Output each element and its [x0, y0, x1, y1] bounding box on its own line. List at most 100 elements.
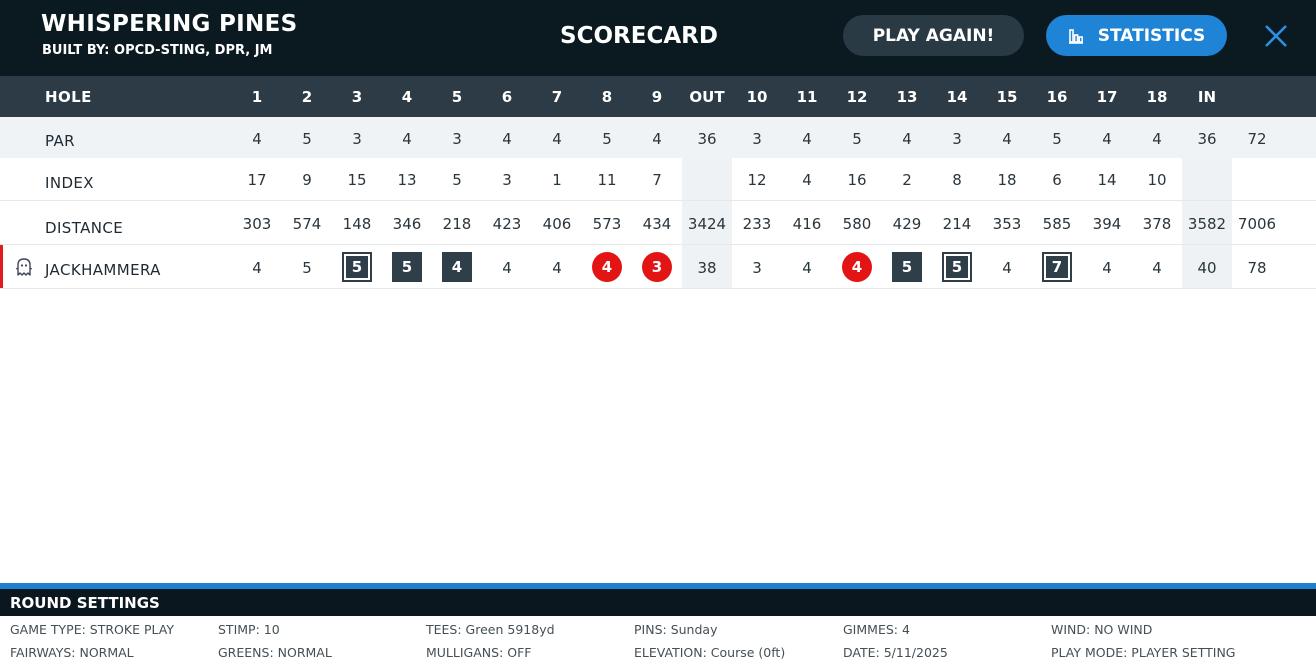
- distance-value: 7006: [1237, 215, 1277, 233]
- index-value: 9: [302, 171, 312, 189]
- setting-elevation: ELEVATION: Course (0ft): [634, 645, 786, 660]
- hole-number: 10: [746, 88, 768, 106]
- score-value: 4: [252, 259, 262, 277]
- hole-number: IN: [1197, 88, 1217, 106]
- distance-value: 3424: [687, 215, 727, 233]
- index-value: 15: [347, 171, 367, 189]
- player-row[interactable]: JACKHAMMERA 4 5 5 5 4 4 4 4 3 38 3 4 4 5 5 4 7 4 4 40 78: [0, 245, 1316, 289]
- round-settings-body: GAME TYPE: STROKE PLAY STIMP: 10 TEES: G…: [0, 616, 1316, 672]
- score-value: 4: [552, 259, 562, 277]
- distance-value: 303: [242, 215, 272, 233]
- par-value: 3: [752, 130, 762, 148]
- distance-label: DISTANCE: [45, 219, 124, 237]
- hole-number: 11: [796, 88, 818, 106]
- play-again-label: PLAY AGAIN!: [872, 25, 995, 46]
- birdie-score-badge: 4: [592, 252, 622, 282]
- hole-number: 3: [351, 88, 363, 106]
- index-value: 11: [597, 171, 617, 189]
- distance-value: 378: [1142, 215, 1172, 233]
- par-value: 5: [852, 130, 862, 148]
- par-value: 4: [1002, 130, 1012, 148]
- birdie-score-badge: 4: [842, 252, 872, 282]
- score-total: 78: [1247, 259, 1267, 277]
- index-value: 3: [502, 171, 512, 189]
- round-settings-header: ROUND SETTINGS: [0, 589, 1316, 616]
- distance-value: 233: [742, 215, 772, 233]
- distance-value: 218: [442, 215, 472, 233]
- hole-number: 7: [551, 88, 563, 106]
- bogey-score-badge: 5: [392, 252, 422, 282]
- index-value: 5: [452, 171, 462, 189]
- par-value: 4: [1152, 130, 1162, 148]
- setting-pins: PINS: Sunday: [634, 622, 718, 637]
- par-value: 36: [1197, 130, 1217, 148]
- statistics-button[interactable]: STATISTICS: [1046, 15, 1227, 56]
- par-value: 5: [1052, 130, 1062, 148]
- score-value: 4: [1152, 259, 1162, 277]
- distance-value: 574: [292, 215, 322, 233]
- par-value: 4: [652, 130, 662, 148]
- index-value: 17: [247, 171, 267, 189]
- distance-value: 416: [792, 215, 822, 233]
- distance-value: 406: [542, 215, 572, 233]
- hole-number: 1: [251, 88, 263, 106]
- setting-wind: WIND: NO WIND: [1051, 622, 1153, 637]
- hole-number: 18: [1146, 88, 1168, 106]
- hole-number: 16: [1046, 88, 1068, 106]
- index-value: 12: [747, 171, 767, 189]
- index-value: 16: [847, 171, 867, 189]
- par-value: 36: [697, 130, 717, 148]
- setting-greens: GREENS: NORMAL: [218, 645, 332, 660]
- par-value: 4: [402, 130, 412, 148]
- setting-gimmes: GIMMES: 4: [843, 622, 910, 637]
- par-value: 4: [1102, 130, 1112, 148]
- setting-date: DATE: 5/11/2025: [843, 645, 948, 660]
- par-value: 4: [902, 130, 912, 148]
- hole-header-row: HOLE 1 2 3 4 5 6 7 8 9 OUT 10 11 12 13 14 15 16 17 18 IN: [0, 76, 1316, 117]
- player-name: JACKHAMMERA: [45, 261, 161, 279]
- distance-value: 148: [342, 215, 372, 233]
- par-value: 4: [552, 130, 562, 148]
- index-value: 4: [802, 171, 812, 189]
- distance-value: 434: [642, 215, 672, 233]
- double-score-badge: 7: [1042, 252, 1072, 282]
- par-value: 3: [952, 130, 962, 148]
- hole-number: 5: [451, 88, 463, 106]
- par-value: 4: [502, 130, 512, 148]
- distance-value: 573: [592, 215, 622, 233]
- par-label: PAR: [45, 132, 75, 150]
- hole-number: 14: [946, 88, 968, 106]
- setting-fairways: FAIRWAYS: NORMAL: [10, 645, 134, 660]
- statistics-label: STATISTICS: [1097, 25, 1206, 46]
- score-value: 4: [502, 259, 512, 277]
- hole-number: 15: [996, 88, 1018, 106]
- player-marker: [0, 245, 3, 288]
- hole-number: 8: [601, 88, 613, 106]
- index-value: 13: [397, 171, 417, 189]
- index-value: 6: [1052, 171, 1062, 189]
- score-value: 4: [1002, 259, 1012, 277]
- distance-value: 429: [892, 215, 922, 233]
- index-value: 2: [902, 171, 912, 189]
- score-value: 4: [802, 259, 812, 277]
- distance-value: 353: [992, 215, 1022, 233]
- index-label: INDEX: [45, 174, 94, 192]
- index-value: 8: [952, 171, 962, 189]
- hole-number: 17: [1096, 88, 1118, 106]
- par-row: PAR 4 5 3 4 3 4 4 5 4 36 3 4 5 4 3 4 5 4 4 36 72: [0, 117, 1316, 158]
- hole-number: OUT: [689, 88, 725, 106]
- bar-chart-icon: [1068, 28, 1084, 44]
- par-value: 5: [602, 130, 612, 148]
- distance-value: 580: [842, 215, 872, 233]
- setting-mulligans: MULLIGANS: OFF: [426, 645, 532, 660]
- score-total: 38: [697, 259, 717, 277]
- play-again-button[interactable]: PLAY AGAIN!: [843, 15, 1024, 56]
- distance-value: 394: [1092, 215, 1122, 233]
- setting-game-type: GAME TYPE: STROKE PLAY: [10, 622, 174, 637]
- round-settings-title: ROUND SETTINGS: [10, 594, 160, 612]
- setting-play-mode: PLAY MODE: PLAYER SETTING: [1051, 645, 1236, 660]
- distance-value: 3582: [1187, 215, 1227, 233]
- par-value: 72: [1247, 130, 1267, 148]
- close-icon[interactable]: [1262, 22, 1290, 50]
- hole-label: HOLE: [45, 88, 92, 106]
